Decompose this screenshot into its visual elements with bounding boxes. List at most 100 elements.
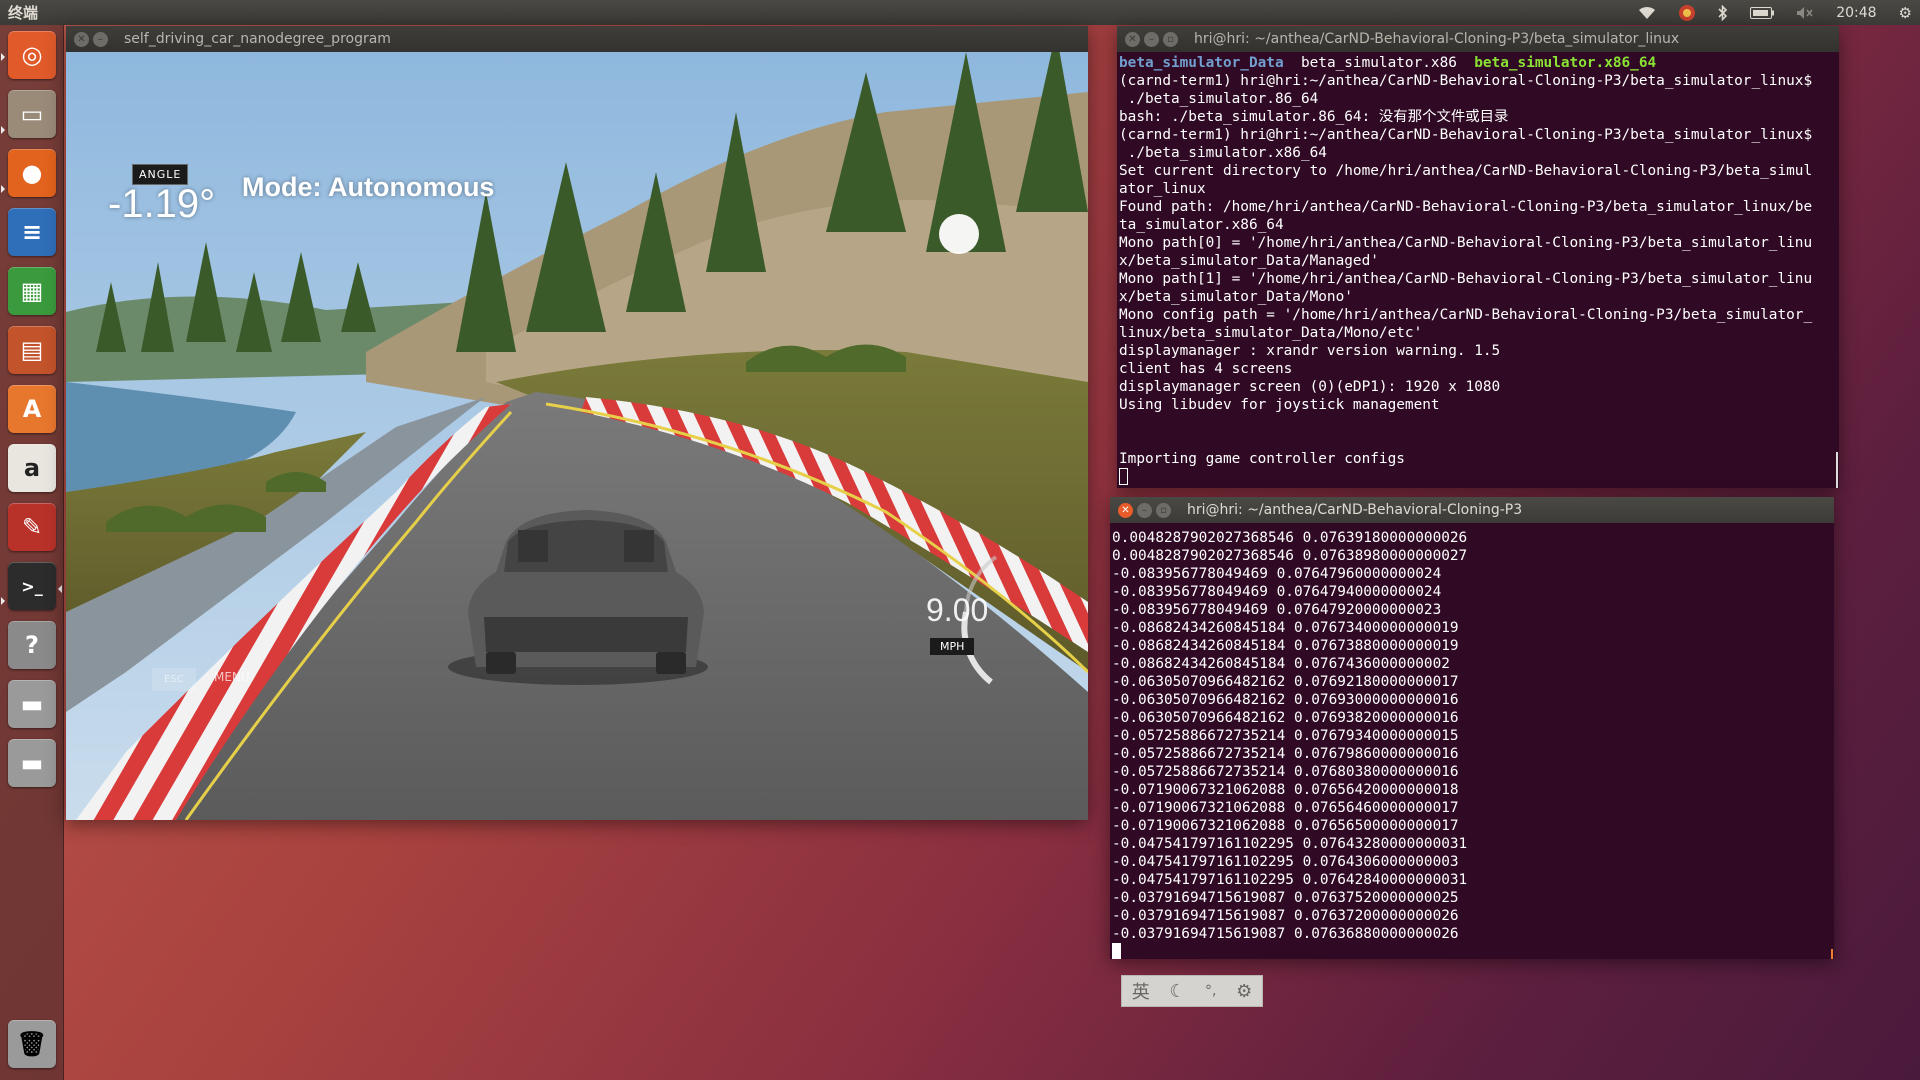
- terminal-line: (carnd-term1) hri@hri:~/anthea/CarND-Beh…: [1119, 73, 1813, 89]
- terminal-line: -0.03791694715619087 0.07637520000000025: [1112, 890, 1459, 906]
- terminal-cursor: [1119, 468, 1128, 485]
- minimize-button[interactable]: –: [1144, 31, 1159, 47]
- terminal-line: ./beta_simulator.86_64: [1119, 91, 1319, 107]
- indicator-app-icon[interactable]: [1678, 4, 1696, 22]
- amazon-icon[interactable]: a: [8, 444, 56, 492]
- scrollbar[interactable]: [1831, 949, 1833, 959]
- terminal-line: -0.08682434260845184 0.07673400000000019: [1112, 620, 1459, 636]
- bluetooth-icon[interactable]: [1718, 4, 1728, 21]
- firefox-icon[interactable]: ●: [8, 149, 56, 197]
- calc-icon[interactable]: ▦: [8, 267, 56, 315]
- language-toggle[interactable]: 英: [1132, 978, 1150, 1004]
- terminal-line: -0.06305070966482162 0.07693000000000016: [1112, 692, 1459, 708]
- simulator-titlebar[interactable]: ✕ – self_driving_car_nanodegree_program: [66, 26, 1088, 52]
- dash-icon[interactable]: ◎: [8, 31, 56, 79]
- terminal-line: -0.07190067321062088 0.07656420000000018: [1112, 782, 1459, 798]
- terminal-1-output[interactable]: beta_simulator_Data beta_simulator.x86 b…: [1117, 52, 1839, 488]
- terminal-line: linux/beta_simulator_Data/Mono/etc': [1119, 325, 1423, 341]
- clock[interactable]: 20:48: [1836, 5, 1876, 21]
- close-button[interactable]: ✕: [74, 31, 89, 47]
- window-title: hri@hri: ~/anthea/CarND-Behavioral-Cloni…: [1187, 502, 1523, 518]
- close-button[interactable]: ✕: [1125, 31, 1140, 47]
- terminal-line: (carnd-term1) hri@hri:~/anthea/CarND-Beh…: [1119, 127, 1813, 143]
- terminal-line: Using libudev for joystick management: [1119, 397, 1440, 413]
- running-indicator: [1, 597, 5, 605]
- terminal-line: Found path: /home/hri/anthea/CarND-Behav…: [1119, 199, 1813, 215]
- terminal-2-titlebar[interactable]: ✕ – ▫ hri@hri: ~/anthea/CarND-Behavioral…: [1110, 497, 1834, 523]
- menu-label[interactable]: MENU: [214, 670, 250, 684]
- writer-icon[interactable]: ≡: [8, 208, 56, 256]
- mode-label: Mode: Autonomous: [242, 172, 495, 202]
- battery-icon[interactable]: [1750, 6, 1775, 19]
- wifi-icon[interactable]: [1638, 6, 1656, 20]
- terminal-1-titlebar[interactable]: ✕ – ▫ hri@hri: ~/anthea/CarND-Behavioral…: [1117, 26, 1839, 52]
- speed-value: 9.00: [926, 592, 989, 628]
- running-indicator: [1, 126, 5, 134]
- terminal-line: -0.047541797161102295 0.0764328000000003…: [1112, 836, 1468, 852]
- simulator-viewport[interactable]: ANGLE -1.19° Mode: Autonomous 9.00 MPH E…: [66, 52, 1088, 820]
- terminal-line: -0.047541797161102295 0.0764306000000003: [1112, 854, 1459, 870]
- window-title: hri@hri: ~/anthea/CarND-Behavioral-Cloni…: [1194, 31, 1680, 47]
- focused-indicator: [58, 585, 62, 593]
- terminal-line: Mono path[1] = '/home/hri/anthea/CarND-B…: [1119, 271, 1813, 287]
- minimize-button[interactable]: –: [1137, 502, 1152, 518]
- gear-icon[interactable]: ⚙: [1899, 4, 1912, 22]
- terminal-line: bash: ./beta_simulator.86_64: 没有那个文件或目录: [1119, 109, 1509, 125]
- terminal-cursor: [1112, 943, 1121, 959]
- ls-entry: beta_simulator.x86_64: [1474, 55, 1657, 71]
- scrollbar[interactable]: [1836, 452, 1838, 488]
- terminal-line: Importing game controller configs: [1119, 451, 1405, 467]
- trash-icon[interactable]: 🗑: [8, 1020, 56, 1068]
- terminal-2-output[interactable]: 0.0048287902027368546 0.0763918000000002…: [1110, 523, 1834, 959]
- terminal-line: displaymanager screen (0)(eDP1): 1920 x …: [1119, 379, 1501, 395]
- terminal-cursor-line: [1112, 943, 1832, 959]
- maximize-button[interactable]: ▫: [1163, 31, 1178, 47]
- terminal-window-2: ✕ – ▫ hri@hri: ~/anthea/CarND-Behavioral…: [1110, 497, 1834, 959]
- terminal-line: -0.083956778049469 0.07647920000000023: [1112, 602, 1442, 618]
- window-title: self_driving_car_nanodegree_program: [124, 31, 391, 47]
- top-panel: 终端 20:48 ⚙: [0, 0, 1920, 25]
- angle-value: -1.19°: [108, 182, 216, 226]
- terminal-window-1: ✕ – ▫ hri@hri: ~/anthea/CarND-Behavioral…: [1117, 26, 1839, 488]
- drive-icon[interactable]: ▬: [8, 680, 56, 728]
- terminal-line: -0.08682434260845184 0.07673880000000019: [1112, 638, 1459, 654]
- terminal-cursor-line: [1119, 468, 1837, 487]
- esc-button[interactable]: ESC: [152, 668, 196, 691]
- software-center-icon[interactable]: A: [8, 385, 56, 433]
- terminal-line: -0.07190067321062088 0.07656500000000017: [1112, 818, 1459, 834]
- running-indicator: [1, 53, 5, 61]
- terminal-line: -0.06305070966482162 0.07693820000000016: [1112, 710, 1459, 726]
- minimize-button[interactable]: –: [93, 31, 108, 47]
- terminal-line: -0.07190067321062088 0.07656460000000017: [1112, 800, 1459, 816]
- terminal-line: x/beta_simulator_Data/Managed': [1119, 253, 1379, 269]
- volume-icon[interactable]: [1796, 6, 1814, 20]
- settings-icon[interactable]: ⚙: [1236, 981, 1252, 1002]
- active-app-title: 终端: [8, 4, 39, 22]
- terminal-line: -0.03791694715619087 0.07636880000000026: [1112, 926, 1459, 942]
- terminal-line: ator_linux: [1119, 181, 1206, 197]
- files-icon[interactable]: ▭: [8, 90, 56, 138]
- terminal-line: -0.06305070966482162 0.07692180000000017: [1112, 674, 1459, 690]
- ls-entry: beta_simulator.x86: [1300, 55, 1457, 71]
- moon-icon[interactable]: ☾: [1169, 981, 1185, 1002]
- close-button[interactable]: ✕: [1118, 502, 1133, 518]
- terminal-line: ./beta_simulator.x86_64: [1119, 145, 1327, 161]
- simulator-window: ✕ – self_driving_car_nanodegree_program: [66, 26, 1088, 820]
- speed-unit: MPH: [930, 638, 975, 655]
- terminal-line: Set current directory to /home/hri/anthe…: [1119, 163, 1813, 179]
- drive-2-icon[interactable]: ▬: [8, 739, 56, 787]
- terminal-icon[interactable]: >_: [8, 562, 56, 610]
- terminal-line: ta_simulator.x86_64: [1119, 217, 1284, 233]
- help-icon[interactable]: ?: [8, 621, 56, 669]
- terminal-line: client has 4 screens: [1119, 361, 1293, 377]
- input-method-toolbar: 英 ☾ °, ⚙: [1121, 975, 1263, 1007]
- terminal-line: -0.05725886672735214 0.07680380000000016: [1112, 764, 1459, 780]
- impress-icon[interactable]: ▤: [8, 326, 56, 374]
- running-indicator: [1, 185, 5, 193]
- punctuation-icon[interactable]: °,: [1205, 983, 1216, 999]
- system-settings-icon[interactable]: ✎: [8, 503, 56, 551]
- system-tray: 20:48 ⚙: [1638, 0, 1912, 25]
- maximize-button[interactable]: ▫: [1156, 502, 1171, 518]
